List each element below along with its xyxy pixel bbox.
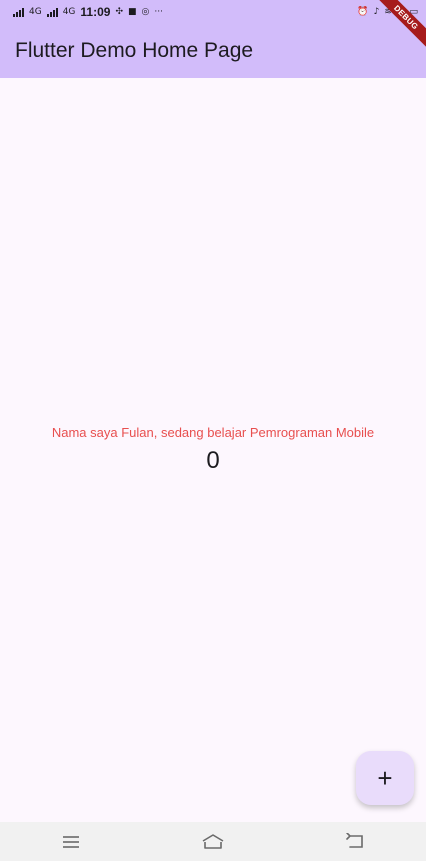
home-button[interactable] bbox=[191, 827, 235, 857]
status-bar: 4G 4G 11:09 ✣ ■ ◎ ··· ⏰ ♪ ≋ ✱ ▭ bbox=[0, 0, 426, 24]
counter-value: 0 bbox=[206, 447, 220, 474]
whatsapp-icon: ◎ bbox=[141, 6, 150, 17]
network-type-1: 4G bbox=[29, 6, 42, 17]
plus-icon: + bbox=[377, 763, 393, 793]
home-icon bbox=[202, 833, 224, 849]
recent-apps-button[interactable] bbox=[49, 827, 93, 857]
status-left: 4G 4G 11:09 ✣ ■ ◎ ··· bbox=[13, 5, 163, 19]
app-notification-icon: ■ bbox=[127, 6, 137, 17]
silent-mode-icon: ♪ bbox=[373, 6, 380, 17]
page-title: Flutter Demo Home Page bbox=[15, 39, 254, 62]
back-button[interactable] bbox=[333, 827, 377, 857]
home-page-content: Nama saya Fulan, sedang belajar Pemrogra… bbox=[0, 78, 426, 822]
signal-strength-icon bbox=[13, 7, 24, 17]
student-description-text: Nama saya Fulan, sedang belajar Pemrogra… bbox=[51, 425, 375, 440]
back-icon bbox=[346, 832, 363, 848]
alarm-icon: ⏰ bbox=[357, 6, 369, 17]
network-type-2: 4G bbox=[62, 6, 76, 17]
menu-icon bbox=[63, 835, 79, 848]
signal-strength-icon-2 bbox=[46, 7, 58, 17]
status-time: 11:09 bbox=[80, 5, 111, 19]
more-notifications: ··· bbox=[154, 6, 163, 17]
app-bar: Flutter Demo Home Page bbox=[0, 24, 426, 78]
data-transfer-icon: ✣ bbox=[115, 6, 123, 17]
android-navigation-bar bbox=[0, 822, 426, 861]
increment-button[interactable]: + bbox=[356, 751, 414, 805]
